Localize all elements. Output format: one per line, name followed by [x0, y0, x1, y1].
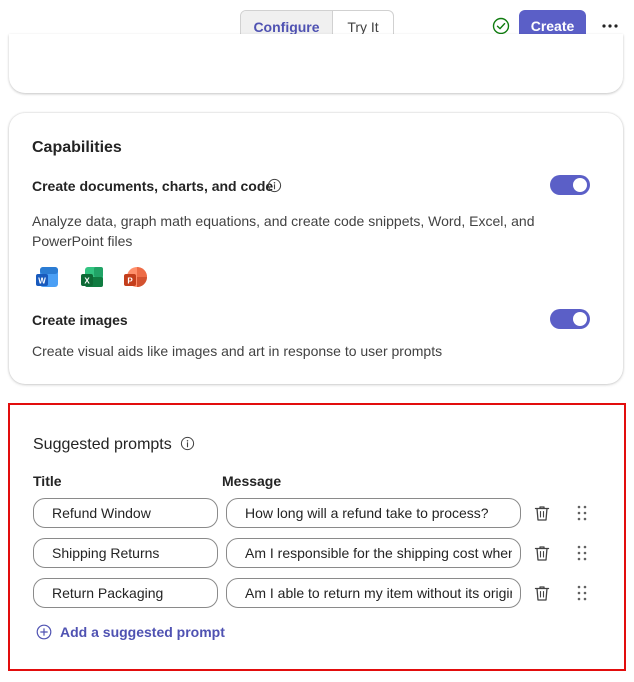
capabilities-title: Capabilities — [32, 139, 122, 156]
message-column-header: Message — [222, 473, 282, 489]
prompt-message-value: Am I responsible for the shipping cost w… — [245, 545, 512, 561]
images-capability-toggle[interactable] — [550, 309, 590, 329]
add-suggested-prompt-label: Add a suggested prompt — [60, 624, 225, 640]
trash-icon[interactable] — [533, 544, 551, 562]
prompt-message-input[interactable]: Am I able to return my item without its … — [226, 578, 521, 608]
svg-text:W: W — [38, 277, 46, 286]
prompt-title-value: Return Packaging — [52, 585, 164, 601]
powerpoint-icon: P — [124, 267, 147, 287]
check-circle-icon — [492, 17, 510, 35]
capabilities-card: Capabilities Create documents, charts, a… — [9, 113, 623, 384]
drag-handle-icon[interactable] — [575, 504, 589, 522]
add-suggested-prompt-button[interactable]: Add a suggested prompt — [36, 624, 225, 640]
documents-capability-toggle[interactable] — [550, 175, 590, 195]
drag-handle-icon[interactable] — [575, 544, 589, 562]
word-icon: W — [36, 267, 58, 287]
add-circle-icon — [36, 624, 52, 640]
prompt-message-value: How long will a refund take to process? — [245, 505, 489, 521]
trash-icon[interactable] — [533, 504, 551, 522]
images-capability-label: Create images — [32, 312, 128, 328]
svg-text:X: X — [84, 277, 90, 286]
prompt-message-value: Am I able to return my item without its … — [245, 585, 512, 601]
trash-icon[interactable] — [533, 584, 551, 602]
images-capability-description: Create visual aids like images and art i… — [32, 343, 443, 359]
svg-text:P: P — [127, 277, 133, 286]
prompt-title-input[interactable]: Refund Window — [33, 498, 218, 528]
prompt-message-input[interactable]: Am I responsible for the shipping cost w… — [226, 538, 521, 568]
prompt-title-value: Shipping Returns — [52, 545, 160, 561]
prompt-title-value: Refund Window — [52, 505, 151, 521]
previous-section-card — [9, 34, 623, 93]
documents-capability-description: Analyze data, graph math equations, and … — [32, 213, 535, 249]
more-horizontal-icon[interactable] — [600, 16, 620, 36]
prompt-title-input[interactable]: Shipping Returns — [33, 538, 218, 568]
toggle-knob — [573, 312, 587, 326]
prompt-message-input[interactable]: How long will a refund take to process? — [226, 498, 521, 528]
title-column-header: Title — [33, 473, 62, 489]
toggle-knob — [573, 178, 587, 192]
info-icon[interactable] — [267, 178, 282, 193]
documents-capability-label: Create documents, charts, and code — [32, 178, 274, 194]
suggested-prompts-title: Suggested prompts — [33, 436, 172, 453]
info-icon[interactable] — [180, 436, 195, 451]
drag-handle-icon[interactable] — [575, 584, 589, 602]
prompt-title-input[interactable]: Return Packaging — [33, 578, 218, 608]
excel-icon: X — [81, 267, 103, 287]
